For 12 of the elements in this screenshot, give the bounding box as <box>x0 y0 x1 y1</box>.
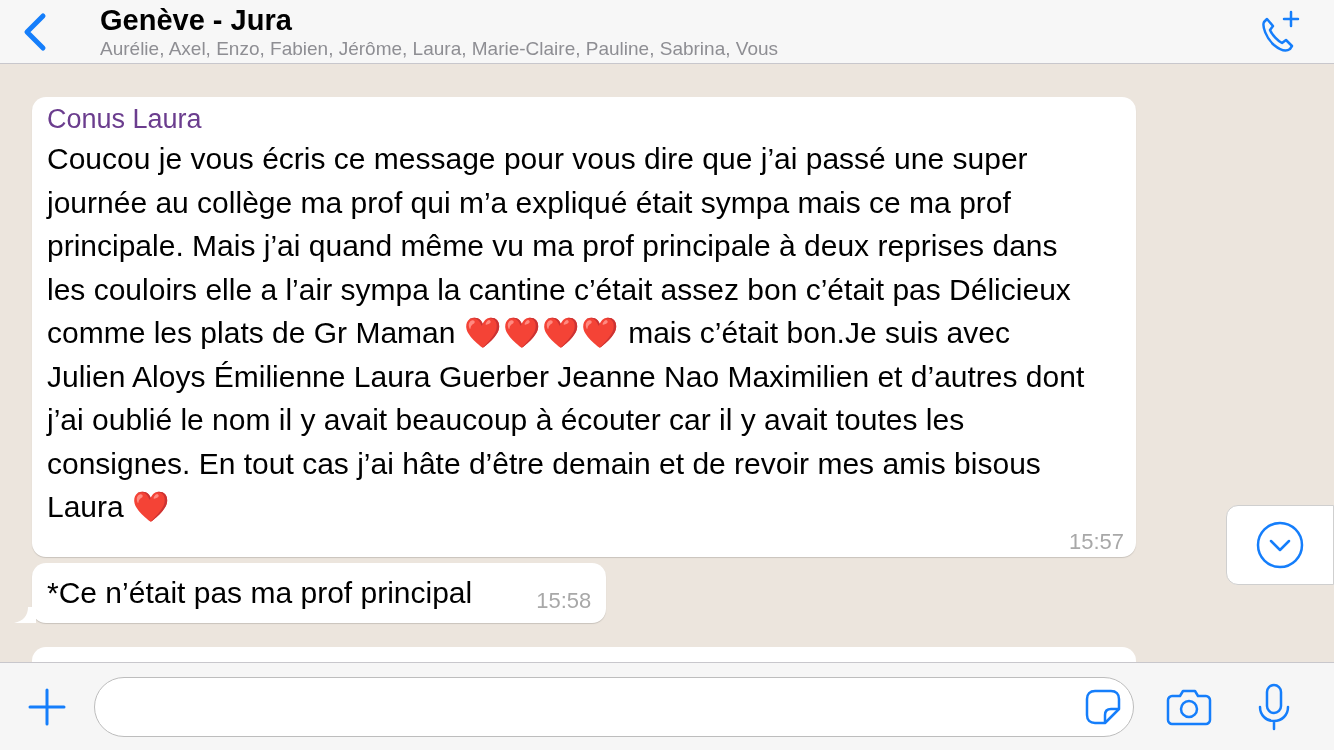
chevron-down-icon <box>1256 521 1304 569</box>
message-text: Coucou je vous écris ce message pour vous dire que j’ai passé une super journée au collège ma prof qui m’a expliqué était sympa mais ce ma prof principale. Mais j’ai quand même vu ma prof principale à deux reprises dans les couloirs elle a l’air sympa la cantine c’était assez bon c’était pas Délicieux comme les plats de Gr Maman ❤❤❤❤ mais c’était bon.Je suis avec Julien Aloys Émilienne Laura Guerber Jeanne Nao Maximilien et d’autres dont j’ai oublié le nom il y avait beaucoup à écouter car il y avait toutes les consignes. En tout cas j’ai hâte d’être demain et de revoir mes amis bisous Laura ❤ <box>47 141 1086 525</box>
plus-icon <box>27 686 67 727</box>
member-list: Aurélie, Axel, Enzo, Fabien, Jérôme, Laura, Marie-Claire, Pauline, Sabrina, Vous <box>100 36 1238 61</box>
message-time: 15:58 <box>536 587 592 613</box>
back-icon <box>22 11 48 52</box>
chat-title: Genève - Jura <box>100 2 293 37</box>
message-text: *Ce n’était pas ma prof principal <box>47 574 473 611</box>
microphone-icon <box>1256 682 1292 731</box>
sender-name: Conus Laura <box>47 103 203 136</box>
message-time: 15:57 <box>1068 528 1124 555</box>
scroll-down-button[interactable] <box>1226 505 1334 585</box>
